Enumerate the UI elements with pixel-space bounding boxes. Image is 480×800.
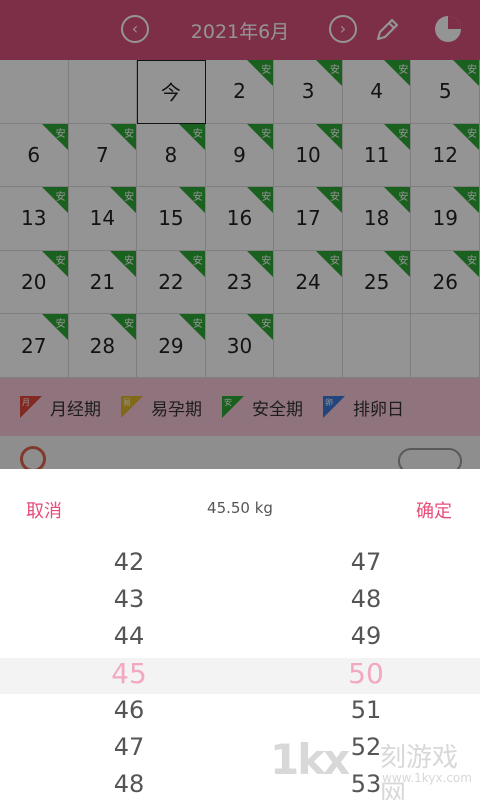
picker-item[interactable]: 42 bbox=[69, 544, 189, 581]
watermark-logo: 1kx bbox=[270, 735, 350, 784]
picker-item[interactable]: 43 bbox=[69, 581, 189, 618]
picker-item[interactable]: 48 bbox=[306, 581, 426, 618]
picker-item[interactable]: 46 bbox=[69, 692, 189, 729]
weight-value-title: 45.50 kg bbox=[207, 499, 273, 517]
picker-item[interactable]: 49 bbox=[306, 618, 426, 655]
picker-item[interactable]: 48 bbox=[69, 766, 189, 800]
confirm-button[interactable]: 确定 bbox=[416, 497, 452, 523]
picker-selected-item[interactable]: 45 bbox=[69, 655, 189, 692]
picker-selected-item[interactable]: 50 bbox=[306, 655, 426, 692]
watermark-name: 刻游戏网 bbox=[380, 743, 459, 800]
picker-item[interactable]: 47 bbox=[69, 729, 189, 766]
site-watermark: 1kx 刻游戏网 www.1kyx.com bbox=[270, 735, 480, 800]
picker-item[interactable]: 47 bbox=[306, 544, 426, 581]
watermark-url: www.1kyx.com bbox=[382, 771, 472, 785]
picker-item[interactable]: 51 bbox=[306, 692, 426, 729]
integer-wheel[interactable]: 42 43 44 45 46 47 48 bbox=[69, 544, 189, 800]
picker-item[interactable]: 44 bbox=[69, 618, 189, 655]
